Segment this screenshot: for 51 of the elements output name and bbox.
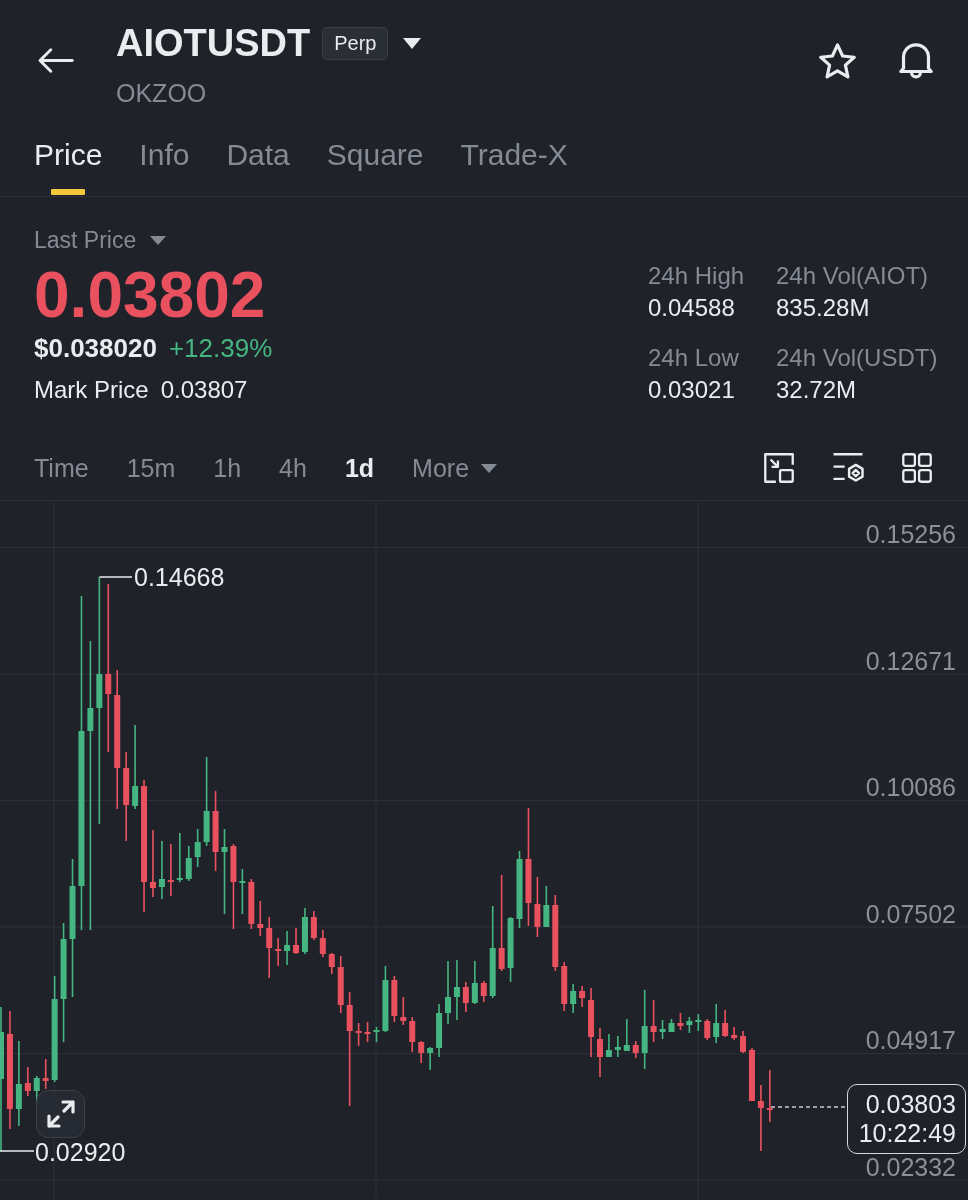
grid-icon[interactable] (902, 453, 932, 483)
back-arrow-icon[interactable] (38, 48, 74, 73)
price-axis-label: 0.04917 (865, 1028, 956, 1053)
stat-value: 0.04588 (648, 294, 735, 322)
mark-price-label: Mark Price (34, 376, 149, 404)
price-axis-label: 0.07502 (865, 901, 956, 927)
interval-tab[interactable]: More (412, 453, 498, 483)
tab[interactable]: Square (326, 122, 424, 196)
price-axis-label: 0.12671 (865, 648, 956, 674)
high-price-label: 0.14668 (134, 565, 225, 590)
stat-value: 32.72M (776, 376, 857, 404)
stat-label: 24h Vol(USDT) (776, 344, 938, 372)
price-axis-label: 0.10086 (865, 775, 956, 800)
price-type-dropdown[interactable]: Last Price (34, 227, 167, 253)
interval-tab[interactable]: 4h (279, 453, 307, 483)
stat-value: 835.28M (776, 294, 870, 322)
current-price: 0.03803 (865, 1090, 956, 1119)
last-price: 0.03802 (34, 263, 266, 327)
contract-type-badge: Perp (322, 26, 389, 60)
caret-down-icon (150, 235, 167, 245)
stat-label: 24h High (648, 262, 745, 290)
project-name: OKZOO (116, 78, 207, 108)
interval-tab[interactable]: 1h (213, 453, 242, 483)
caret-down-icon (481, 463, 498, 473)
price-change: +12.39% (168, 333, 273, 363)
lines-hexagon-icon[interactable] (832, 453, 864, 482)
countdown-timer: 10:22:49 (858, 1119, 956, 1148)
low-price-label: 0.02920 (35, 1140, 126, 1165)
caret-down-icon[interactable] (403, 37, 422, 49)
tab[interactable]: Info (139, 122, 190, 196)
interval-tab[interactable]: Time (34, 453, 89, 483)
tab[interactable]: Data (226, 122, 290, 196)
expand-icon (46, 1100, 75, 1128)
price-axis-label: 0.15256 (865, 522, 956, 547)
interval-tab[interactable]: 15m (126, 453, 176, 483)
stat-label: 24h Low (648, 344, 739, 372)
bell-icon[interactable] (899, 43, 933, 79)
interval-tab[interactable]: 1d (344, 453, 375, 483)
mark-price: 0.03807 (160, 376, 248, 404)
symbol-title: AIOTUSDT (116, 21, 311, 65)
tab[interactable]: Price (34, 122, 103, 196)
price-axis-label: 0.02332 (865, 1154, 956, 1180)
leader-line (0, 1150, 35, 1152)
usd-price: $0.038020 (34, 333, 157, 363)
expand-button[interactable] (36, 1090, 85, 1138)
tab[interactable]: Trade-X (460, 122, 568, 196)
star-icon[interactable] (819, 43, 856, 79)
stat-label: 24h Vol(AIOT) (776, 262, 929, 290)
leader-line (98, 576, 133, 578)
square-arrow-icon[interactable] (764, 453, 794, 483)
stat-value: 0.03021 (648, 376, 735, 404)
